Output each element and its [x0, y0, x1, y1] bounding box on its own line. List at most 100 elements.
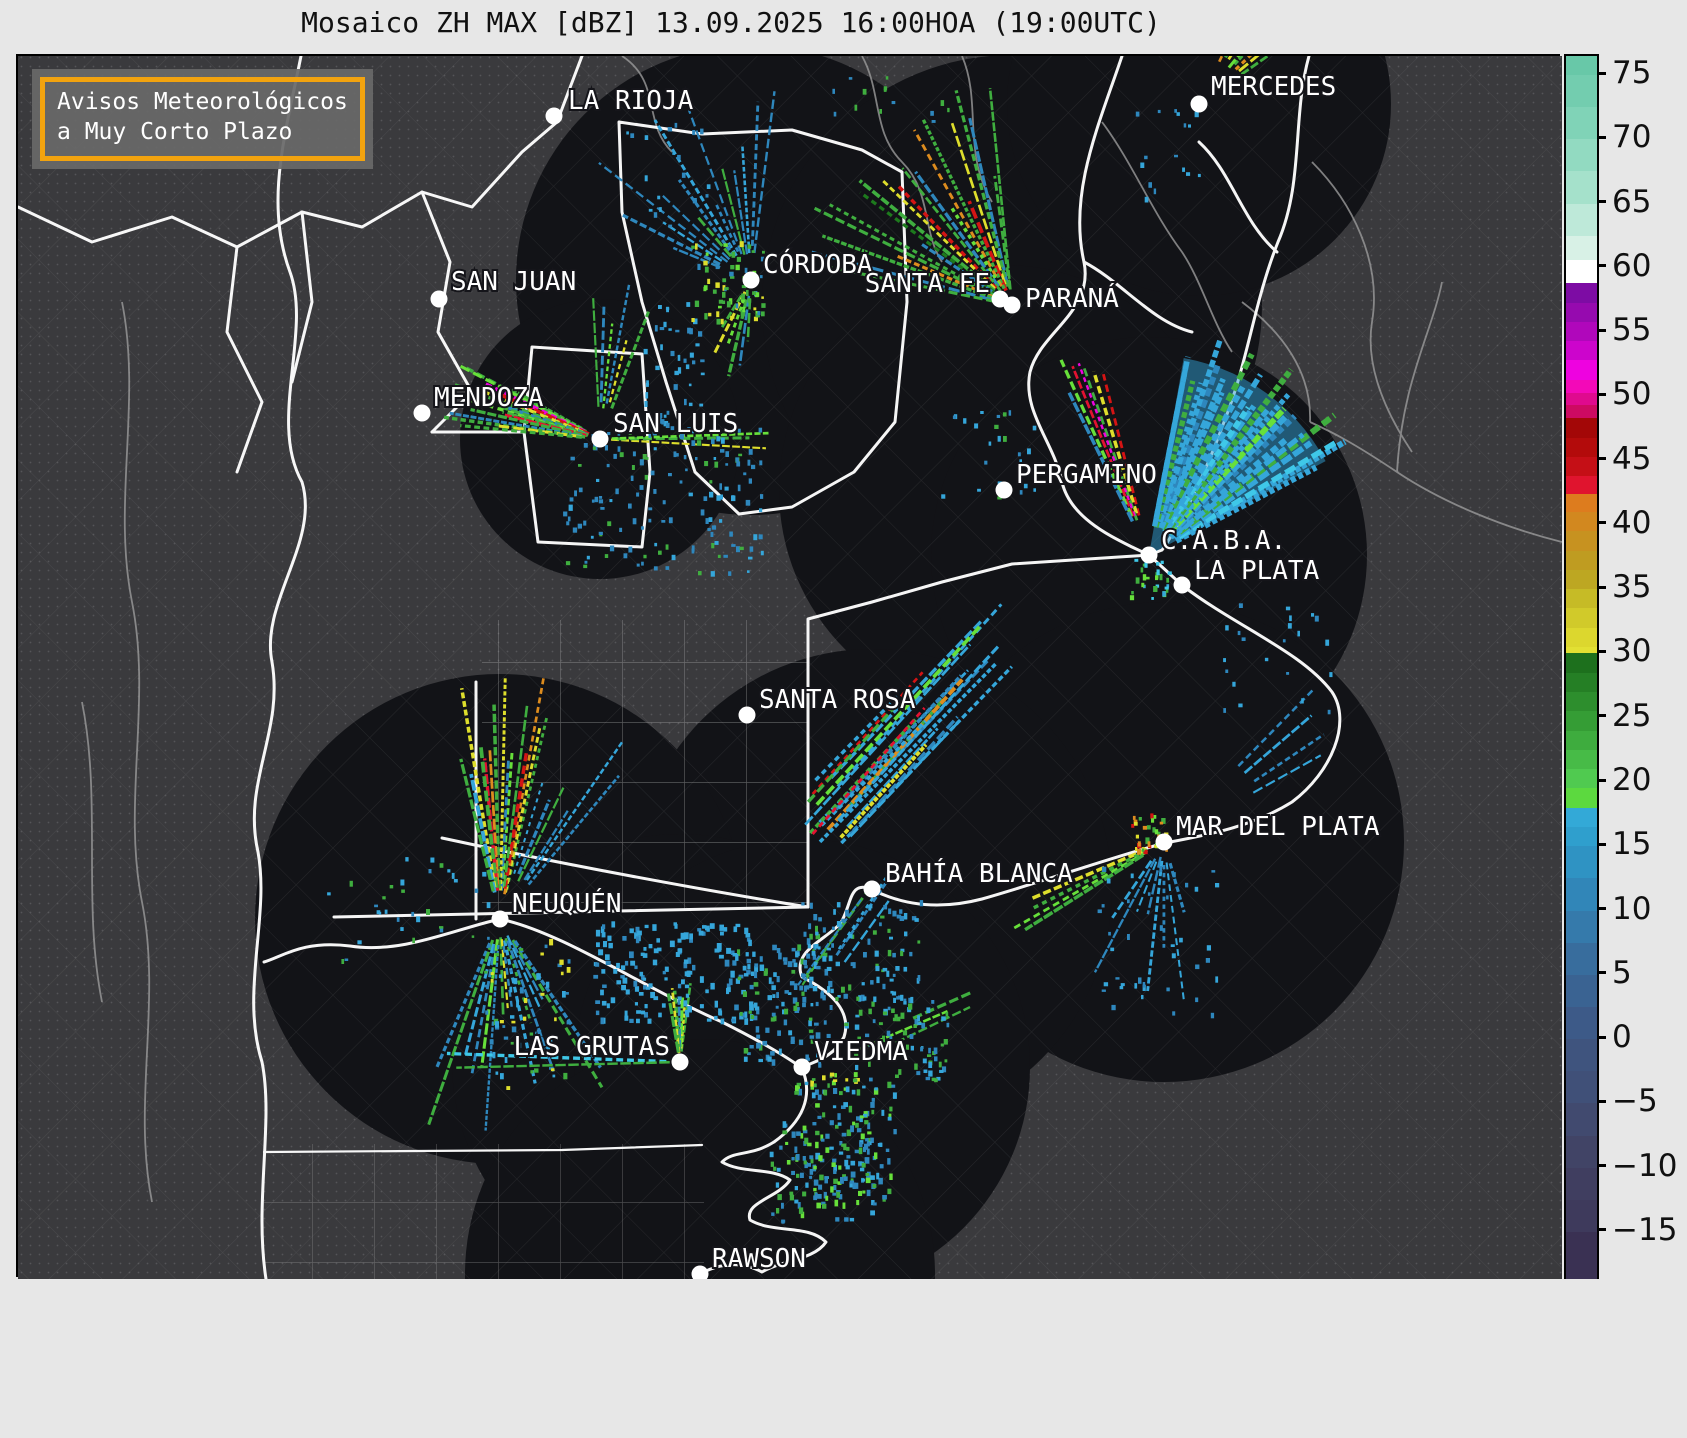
- radar-echo-speckle: [644, 474, 648, 480]
- radar-echo-speckle: [519, 948, 524, 951]
- warning-box: Avisos Meteorológicos a Muy Corto Plazo: [32, 69, 373, 169]
- radar-echo-speckle: [1127, 899, 1130, 904]
- colorbar-segment: [1566, 203, 1597, 237]
- radar-echo-speckle: [834, 1073, 837, 1078]
- radar-echo-speckle: [747, 964, 751, 970]
- radar-echo-speckle: [628, 546, 633, 553]
- radar-echo-speckle: [677, 996, 682, 1000]
- radar-echo-speckle: [891, 101, 896, 105]
- radar-echo-speckle: [1311, 613, 1315, 617]
- radar-echo-speckle: [829, 1120, 834, 1126]
- radar-echo-speckle: [838, 1165, 842, 1170]
- radar-echo-speckle: [694, 300, 700, 307]
- radar-echo-speckle: [639, 459, 644, 466]
- colorbar: [1564, 54, 1599, 1281]
- radar-echo-speckle: [584, 560, 588, 564]
- radar-echo-speckle: [1144, 155, 1148, 160]
- radar-echo-speckle: [815, 925, 818, 933]
- radar-echo-speckle: [903, 1001, 907, 1005]
- radar-echo-speckle: [1156, 569, 1160, 576]
- radar-echo-speckle: [595, 1000, 601, 1004]
- radar-echo-speckle: [639, 485, 644, 490]
- radar-echo-speckle: [889, 1106, 893, 1112]
- radar-echo-speckle: [846, 1155, 851, 1159]
- radar-echo-speckle: [490, 972, 494, 975]
- colorbar-tick-mark: [1597, 907, 1606, 910]
- radar-echo-speckle: [1097, 909, 1102, 914]
- radar-echo-speckle: [506, 1086, 511, 1090]
- colorbar-tick-label: 5: [1612, 954, 1632, 991]
- city-label: BAHÍA BLANCA: [885, 857, 1073, 889]
- colorbar-segment: [1566, 456, 1597, 477]
- radar-echo-speckle: [870, 1175, 875, 1180]
- radar-echo-speckle: [679, 480, 683, 484]
- radar-echo-speckle: [484, 970, 488, 974]
- radar-echo-speckle: [487, 936, 490, 940]
- radar-echo-speckle: [642, 977, 647, 981]
- colorbar-tick-label: 30: [1612, 633, 1652, 670]
- radar-echo-speckle: [603, 941, 607, 948]
- radar-echo-speckle: [850, 1125, 854, 1133]
- radar-echo-speckle: [833, 1170, 837, 1174]
- radar-echo-speckle: [696, 440, 702, 446]
- radar-echo-speckle: [862, 1085, 866, 1089]
- radar-echo-speckle: [831, 943, 834, 948]
- radar-echo-speckle: [659, 207, 662, 212]
- radar-echo-speckle: [931, 120, 936, 123]
- radar-echo-speckle: [745, 289, 749, 296]
- radar-echo-speckle: [716, 495, 721, 501]
- radar-echo-speckle: [848, 934, 853, 939]
- radar-echo-speckle: [700, 509, 705, 516]
- radar-echo-speckle: [630, 475, 634, 481]
- radar-echo-speckle: [707, 278, 711, 284]
- radar-echo-speckle: [673, 451, 677, 458]
- radar-echo-speckle: [845, 1086, 850, 1093]
- radar-echo-speckle: [813, 1179, 819, 1186]
- radar-echo-speckle: [648, 944, 653, 949]
- radar-echo-speckle: [770, 1161, 774, 1167]
- radar-echo-speckle: [770, 1017, 775, 1022]
- radar-echo-speckle: [854, 104, 858, 111]
- radar-echo-speckle: [886, 1030, 891, 1037]
- radar-echo-speckle: [777, 1194, 782, 1201]
- radar-echo-speckle: [486, 902, 491, 909]
- radar-echo-speckle: [920, 1047, 924, 1052]
- radar-echo-speckle: [841, 1132, 847, 1137]
- radar-echo-speckle: [685, 364, 690, 370]
- city-dot: [545, 107, 563, 125]
- radar-echo-speckle: [708, 517, 713, 522]
- radar-echo-speckle: [778, 952, 782, 960]
- radar-echo-speckle: [759, 460, 763, 466]
- radar-echo-speckle: [596, 478, 600, 482]
- radar-echo-speckle: [753, 307, 757, 311]
- radar-echo-speckle: [836, 902, 841, 908]
- radar-echo-speckle: [896, 914, 902, 919]
- radar-echo-speckle: [700, 372, 705, 376]
- radar-echo-speckle: [728, 571, 732, 576]
- radar-echo-speckle: [705, 252, 709, 256]
- radar-echo-speckle: [904, 931, 908, 937]
- radar-echo-speckle: [770, 981, 774, 985]
- radar-echo-speckle: [549, 938, 554, 946]
- radar-echo-speckle: [596, 942, 600, 948]
- radar-echo-speckle: [810, 1003, 814, 1007]
- radar-echo-speckle: [677, 154, 681, 160]
- radar-echo-speckle: [357, 940, 362, 945]
- radar-echo-speckle: [980, 411, 984, 414]
- radar-echo-speckle: [928, 1070, 933, 1077]
- radar-echo-speckle: [685, 468, 688, 472]
- radar-echo-speckle: [1205, 958, 1210, 963]
- radar-echo-speckle: [805, 1054, 809, 1060]
- radar-echo-speckle: [552, 1074, 556, 1078]
- radar-echo-speckle: [759, 508, 763, 513]
- radar-echo-speckle: [1285, 606, 1291, 611]
- city-dot: [491, 910, 509, 928]
- radar-echo-speckle: [816, 1202, 821, 1209]
- radar-echo-speckle: [898, 1069, 902, 1075]
- colorbar-segment: [1566, 392, 1597, 406]
- radar-echo-speckle: [887, 1158, 891, 1165]
- radar-echo-speckle: [600, 507, 605, 510]
- radar-echo-speckle: [864, 1143, 869, 1150]
- radar-echo-speckle: [880, 915, 885, 919]
- radar-echo-speckle: [1195, 964, 1200, 970]
